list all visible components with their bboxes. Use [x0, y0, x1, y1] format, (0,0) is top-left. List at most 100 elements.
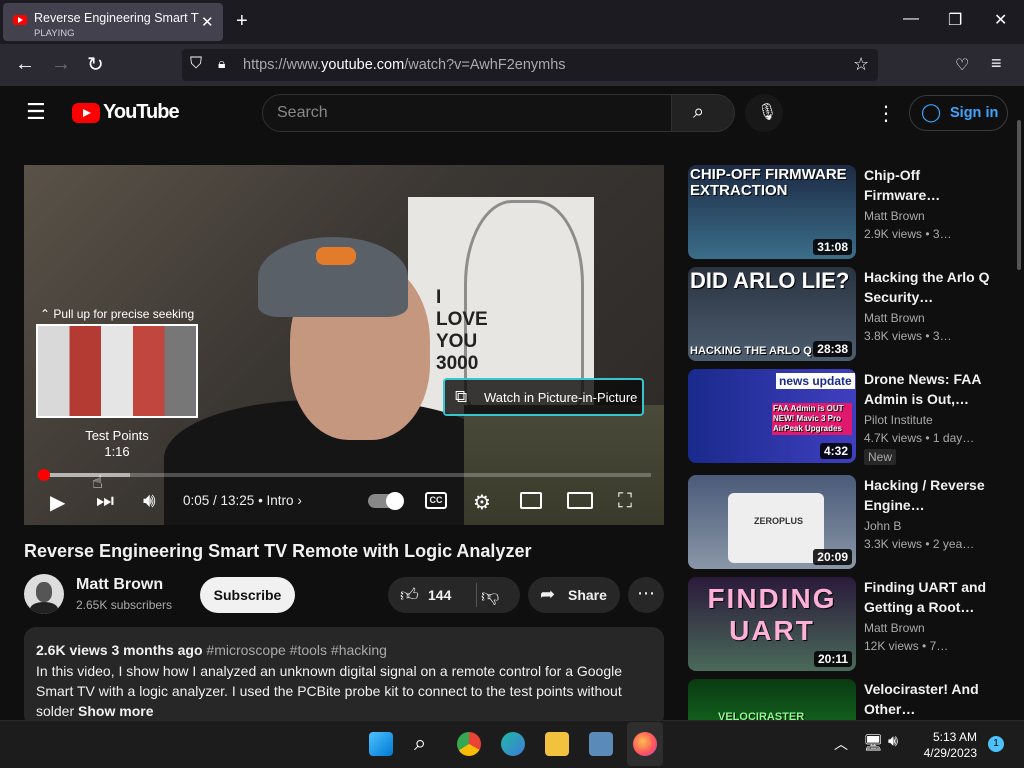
- firefox-icon[interactable]: [633, 732, 657, 756]
- pocket-icon[interactable]: ♡: [955, 55, 969, 75]
- recommendation-stats: 3.3K views • 2 yea…: [864, 537, 975, 551]
- search-taskbar-icon[interactable]: ⌕: [414, 730, 426, 756]
- share-button[interactable]: ➦ Share: [528, 577, 620, 613]
- duration-badge: 28:38: [813, 341, 852, 357]
- search-placeholder: Search: [277, 104, 328, 121]
- minimize-icon[interactable]: —: [903, 10, 919, 28]
- clock-date[interactable]: 4/29/2023: [919, 746, 977, 760]
- youtube-logo-text[interactable]: YouTube: [103, 101, 180, 124]
- hamburger-menu-icon[interactable]: ☰: [26, 99, 46, 125]
- duration-badge: 31:08: [813, 239, 852, 255]
- tab-close-icon[interactable]: ✕: [201, 13, 214, 31]
- settings-gear-icon[interactable]: ⚙: [473, 490, 491, 515]
- video-meta: 2.6K views 3 months ago #microscope #too…: [36, 642, 387, 658]
- voice-search-button[interactable]: 🎙︎: [745, 94, 783, 132]
- network-icon[interactable]: 🖥︎: [863, 733, 883, 753]
- volume-icon[interactable]: 🔊︎: [143, 490, 156, 513]
- share-label: Share: [568, 587, 607, 603]
- clock-time[interactable]: 5:13 AM: [929, 730, 977, 744]
- hashtags[interactable]: #microscope #tools #hacking: [206, 642, 387, 658]
- lock-icon[interactable]: 🔒︎: [218, 55, 225, 72]
- play-icon[interactable]: ▶: [50, 490, 65, 515]
- forward-arrow-icon[interactable]: →: [51, 53, 71, 76]
- recommendation-channel: Pilot Institute: [864, 413, 933, 427]
- recommendation-item[interactable]: CHIP-OFF FIRMWARE EXTRACTION 31:08 Chip-…: [688, 165, 1008, 261]
- microphone-icon: 🎙︎: [757, 104, 778, 121]
- miniplayer-icon[interactable]: [520, 492, 542, 509]
- recommendation-title: Chip-Off Firmware…: [864, 167, 941, 203]
- window-close-icon[interactable]: ✕: [994, 10, 1007, 30]
- theater-mode-icon[interactable]: [567, 492, 593, 509]
- like-dislike-group: 👍︎ 144 👎︎: [388, 577, 520, 613]
- dislike-icon[interactable]: 👎︎: [481, 585, 499, 607]
- recommendation-title: Hacking / Reverse Engine…: [864, 477, 985, 513]
- captions-button[interactable]: CC: [425, 492, 447, 509]
- channel-avatar[interactable]: [24, 574, 64, 614]
- subscriber-count: 2.65K subscribers: [76, 598, 173, 612]
- like-divider: [476, 583, 477, 607]
- picture-in-picture-button[interactable]: ⧉ Watch in Picture-in-Picture: [443, 378, 644, 416]
- thumbnail-text: ZEROPLUS: [754, 516, 804, 526]
- recommendation-item[interactable]: FINDING UART 20:11 Finding UART and Gett…: [688, 577, 1008, 673]
- autoplay-toggle[interactable]: [368, 492, 404, 510]
- recommendation-item[interactable]: DID ARLO LIE? HACKING THE ARLO Q 28:38 Ha…: [688, 267, 1008, 363]
- desk-equipment: [464, 405, 664, 525]
- time-display: 0:05 / 13:25 • Intro ›: [183, 493, 302, 508]
- show-more-link[interactable]: Show more: [78, 703, 153, 719]
- chapter-label[interactable]: Intro: [267, 493, 294, 508]
- pip-label: Watch in Picture-in-Picture: [484, 390, 638, 405]
- shield-icon[interactable]: ⛉: [190, 55, 202, 73]
- thumbnail-subtext: HACKING THE ARLO Q: [690, 345, 812, 357]
- recommendation-item[interactable]: news update FAA Admin is OUT NEW! Mavic 3…: [688, 369, 1008, 465]
- menu-icon[interactable]: ≡: [991, 53, 1002, 74]
- restore-icon[interactable]: ❐: [948, 10, 962, 30]
- poster-text: I LOVE YOU 3000: [436, 287, 488, 374]
- sign-in-label: Sign in: [950, 105, 999, 121]
- back-arrow-icon[interactable]: ←: [15, 53, 35, 76]
- channel-name[interactable]: Matt Brown: [76, 576, 163, 594]
- recommendation-stats: 3.8K views • 3…: [864, 329, 952, 343]
- thumbnail-text: DID ARLO LIE?: [690, 268, 850, 293]
- recommendation-item[interactable]: ZEROPLUS 20:09 Hacking / Reverse Engine……: [688, 475, 1008, 571]
- recommendation-channel: Matt Brown: [864, 621, 925, 635]
- progress-scrubber[interactable]: [37, 469, 50, 481]
- chevron-up-icon[interactable]: ︿: [834, 734, 848, 754]
- search-button[interactable]: ⌕: [671, 94, 735, 132]
- notification-badge[interactable]: 1: [988, 736, 1004, 752]
- thumbnail-text: VELOCIRASTER: [718, 711, 805, 720]
- seek-preview-thumbnail: [36, 324, 198, 418]
- recommendation-title: Velociraster! And Other…: [864, 681, 979, 717]
- recommendation-item[interactable]: VELOCIRASTER Velociraster! And Other…: [688, 679, 1008, 720]
- recommendation-channel: John B: [864, 519, 902, 533]
- windows-start-icon[interactable]: [369, 732, 393, 756]
- recommendation-stats: 2.9K views • 3…: [864, 227, 952, 241]
- video-title: Reverse Engineering Smart TV Remote with…: [24, 541, 532, 561]
- bookmark-star-icon[interactable]: ☆: [853, 54, 869, 75]
- reload-icon[interactable]: ↻: [87, 52, 104, 77]
- remote-desktop-icon[interactable]: [589, 732, 613, 756]
- more-options-icon[interactable]: ⋮: [876, 101, 896, 126]
- tab-active[interactable]: Reverse Engineering Smart TV R PLAYING ✕: [3, 3, 223, 41]
- cap-logo: [316, 247, 356, 265]
- recommendation-thumbnail[interactable]: VELOCIRASTER: [688, 679, 856, 720]
- description-text: In this video, I show how I analyzed an …: [36, 663, 623, 719]
- thumbnail-text: CHIP-OFF FIRMWARE EXTRACTION: [690, 166, 847, 199]
- more-actions-button[interactable]: ⋯: [628, 577, 664, 613]
- youtube-logo-icon[interactable]: [72, 103, 100, 123]
- recommendation-stats: 12K views • 7…: [864, 639, 949, 653]
- autoplay-knob: [386, 492, 404, 510]
- file-explorer-icon[interactable]: [545, 732, 569, 756]
- chrome-icon[interactable]: [457, 732, 481, 756]
- scrollbar-thumb[interactable]: [1017, 120, 1021, 270]
- next-icon[interactable]: ⏭: [96, 490, 114, 513]
- like-count[interactable]: 144: [428, 587, 451, 603]
- more-horizontal-icon: ⋯: [637, 583, 655, 603]
- like-icon[interactable]: 👍︎: [400, 584, 419, 606]
- speaker-icon[interactable]: 🔊︎: [888, 733, 898, 751]
- search-icon: ⌕: [693, 101, 705, 123]
- fullscreen-icon[interactable]: ⛶: [618, 490, 632, 513]
- subscribe-button[interactable]: Subscribe: [200, 577, 295, 613]
- new-tab-button[interactable]: +: [236, 10, 248, 33]
- edge-icon[interactable]: [501, 732, 525, 756]
- sign-in-button[interactable]: ◯ Sign in: [909, 95, 1008, 131]
